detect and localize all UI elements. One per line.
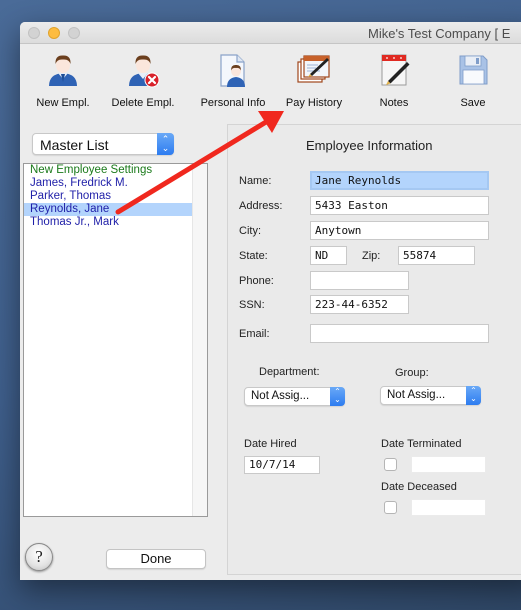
phone-field[interactable] — [310, 271, 409, 290]
state-field[interactable]: ND — [310, 246, 347, 265]
group-select-value: Not Assig... — [387, 389, 446, 401]
list-item[interactable]: Thomas Jr., Mark — [24, 216, 192, 229]
ssn-field[interactable]: 223-44-6352 — [310, 295, 409, 314]
window-title: Mike's Test Company [ E — [368, 26, 511, 41]
new-employee-label: New Empl. — [36, 97, 90, 109]
notes-label: Notes — [379, 97, 409, 109]
date-hired-label: Date Hired — [244, 438, 297, 450]
save-label: Save — [460, 97, 486, 109]
floppy-disk-icon — [455, 52, 491, 88]
employee-list-select[interactable]: Master List ⌃ ⌄ — [32, 133, 174, 155]
title-bar[interactable]: Mike's Test Company [ E — [20, 22, 521, 44]
name-label: Name: — [239, 175, 272, 187]
save-button[interactable]: Save — [452, 52, 494, 109]
zoom-window-button[interactable] — [68, 27, 80, 39]
delete-employee-button[interactable]: Delete Empl. — [108, 52, 178, 109]
chevron-up-down-icon: ⌃ ⌄ — [330, 387, 345, 406]
date-deceased-checkbox[interactable] — [384, 501, 397, 514]
notes-button[interactable]: Notes — [370, 52, 418, 109]
pay-history-icon — [296, 52, 332, 88]
personal-info-button[interactable]: Personal Info — [197, 52, 269, 109]
department-select[interactable]: Not Assig... ⌃ ⌄ — [244, 387, 345, 406]
notes-pen-icon — [376, 52, 412, 88]
employee-list-select-value: Master List — [40, 137, 109, 153]
minimize-window-button[interactable] — [48, 27, 60, 39]
personal-info-document-icon — [215, 52, 251, 88]
list-scrollbar[interactable] — [192, 164, 207, 516]
ssn-label: SSN: — [239, 299, 265, 311]
date-terminated-label: Date Terminated — [381, 438, 462, 450]
delete-employee-label: Delete Empl. — [111, 97, 175, 109]
name-field[interactable]: Jane Reynolds — [310, 171, 489, 190]
group-select[interactable]: Not Assig... ⌃ ⌄ — [380, 386, 481, 405]
city-label: City: — [239, 225, 261, 237]
chevron-up-down-icon: ⌃ ⌄ — [157, 133, 174, 155]
list-item[interactable]: New Employee Settings — [24, 164, 192, 177]
department-select-value: Not Assig... — [251, 390, 310, 402]
zip-label: Zip: — [362, 250, 381, 262]
close-window-button[interactable] — [28, 27, 40, 39]
group-label: Group: — [395, 367, 429, 379]
employee-list[interactable]: New Employee Settings James, Fredrick M.… — [23, 163, 208, 517]
date-terminated-field[interactable] — [411, 456, 486, 473]
date-terminated-checkbox[interactable] — [384, 458, 397, 471]
email-field[interactable] — [310, 324, 489, 343]
state-label: State: — [239, 250, 268, 262]
list-item[interactable]: Parker, Thomas — [24, 190, 192, 203]
date-deceased-field[interactable] — [411, 499, 486, 516]
list-item-selected[interactable]: Reynolds, Jane — [24, 203, 192, 216]
email-label: Email: — [239, 328, 270, 340]
list-item[interactable]: James, Fredrick M. — [24, 177, 192, 190]
person-delete-icon — [125, 52, 161, 88]
zip-field[interactable]: 55874 — [398, 246, 475, 265]
employee-window: Mike's Test Company [ E New Empl. Delete… — [20, 22, 521, 580]
city-field[interactable]: Anytown — [310, 221, 489, 240]
help-button[interactable]: ? — [25, 543, 53, 571]
department-label: Department: — [259, 366, 320, 378]
address-field[interactable]: 5433 Easton — [310, 196, 489, 215]
panel-title: Employee Information — [306, 138, 433, 153]
address-label: Address: — [239, 200, 283, 212]
new-employee-button[interactable]: New Empl. — [32, 52, 94, 109]
date-hired-field[interactable]: 10/7/14 — [244, 456, 320, 474]
employee-information-panel: Employee Information Name: Jane Reynolds… — [227, 124, 521, 575]
personal-info-label: Personal Info — [200, 97, 266, 109]
toolbar: New Empl. Delete Empl. Personal Info Pay… — [20, 44, 521, 114]
phone-label: Phone: — [239, 275, 274, 287]
pay-history-label: Pay History — [285, 97, 343, 109]
pay-history-button[interactable]: Pay History — [280, 52, 348, 109]
person-icon — [45, 52, 81, 88]
chevron-up-down-icon: ⌃ ⌄ — [466, 386, 481, 405]
done-button[interactable]: Done — [106, 549, 206, 569]
date-deceased-label: Date Deceased — [381, 481, 457, 493]
